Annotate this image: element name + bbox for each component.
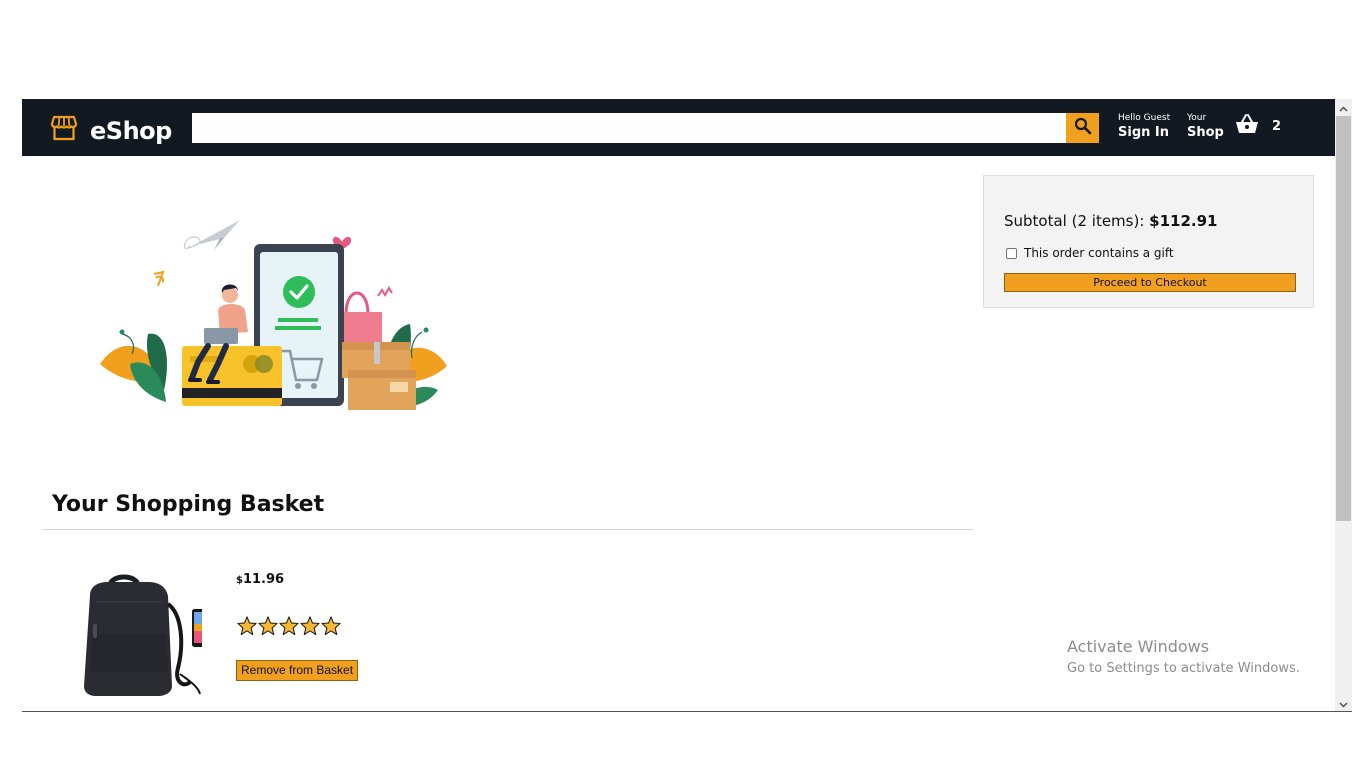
search-input[interactable] [192,113,1066,143]
activation-watermark: Activate Windows Go to Settings to activ… [1067,636,1300,679]
search-bar [192,113,1099,143]
subtotal-amount: $112.91 [1149,212,1218,230]
product-price: $11.96 [236,568,284,587]
sign-in-link[interactable]: Hello Guest Sign In [1118,112,1170,142]
your-shop-link[interactable]: Your Shop [1187,112,1224,142]
storefront-icon [50,114,78,147]
banner-illustration [92,214,457,419]
subtotal-line: Subtotal (2 items): $112.91 [1004,212,1218,230]
price-currency: $ [236,575,243,586]
shopping-basket-icon [1235,113,1259,140]
logo[interactable]: eShop [50,114,172,147]
subtotal-label: Subtotal (2 items): [1004,212,1145,230]
chevron-up-icon [1339,99,1348,117]
divider [42,529,973,530]
scrollbar[interactable] [1335,99,1352,712]
your-shop-line2: Shop [1187,125,1224,140]
basket-title: Your Shopping Basket [52,492,325,517]
browser-viewport: eShop Hello Guest Sign In Your Shop 2 Yo… [22,99,1352,712]
gift-option[interactable]: This order contains a gift [1006,246,1174,260]
star-icon [321,616,341,640]
viewport-bottom-border [22,711,1352,712]
checkout-button[interactable]: Proceed to Checkout [1004,273,1296,292]
star-icon [300,616,320,640]
basket-link[interactable]: 2 [1235,113,1281,140]
star-icon [279,616,299,640]
search-button[interactable] [1066,113,1099,143]
product-image-backpack [62,564,208,709]
search-icon [1074,117,1092,140]
basket-count: 2 [1272,119,1282,134]
watermark-title: Activate Windows [1067,637,1210,656]
header: eShop Hello Guest Sign In Your Shop 2 [22,99,1335,156]
price-value: 11.96 [242,572,285,587]
gift-label: This order contains a gift [1024,246,1174,260]
watermark-subtitle: Go to Settings to activate Windows. [1067,661,1300,676]
greeting-text: Hello Guest [1118,113,1171,123]
product-rating [237,616,341,640]
scroll-down-button[interactable] [1335,695,1352,712]
scroll-thumb[interactable] [1336,116,1351,521]
sign-in-label: Sign In [1118,125,1169,140]
your-shop-line1: Your [1187,113,1207,123]
star-icon [258,616,278,640]
scroll-up-button[interactable] [1335,99,1352,116]
gift-checkbox[interactable] [1006,247,1017,259]
subtotal-panel: Subtotal (2 items): $112.91 This order c… [983,175,1314,308]
remove-from-basket-button[interactable]: Remove from Basket [236,660,359,681]
chevron-down-icon [1339,695,1348,713]
star-icon [237,616,257,640]
logo-text: eShop [90,116,172,145]
